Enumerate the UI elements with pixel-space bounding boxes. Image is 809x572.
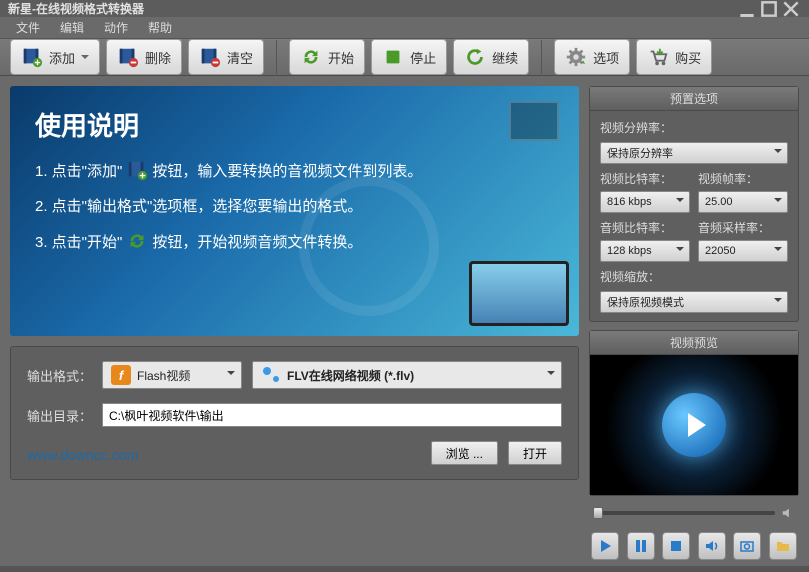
stop-button[interactable]: 停止 bbox=[371, 39, 447, 75]
menu-help[interactable]: 帮助 bbox=[138, 17, 182, 38]
film-add-icon bbox=[126, 159, 148, 181]
stop-icon bbox=[382, 46, 404, 68]
player-controls bbox=[589, 530, 799, 562]
menu-file[interactable]: 文件 bbox=[6, 17, 50, 38]
options-label: 选项 bbox=[593, 48, 619, 67]
banner-step1: 1. 点击"添加" 按钮，输入要转换的音视频文件到列表。 bbox=[35, 159, 554, 181]
flash-format-combo[interactable]: f Flash视频 bbox=[102, 361, 242, 389]
play-button[interactable] bbox=[591, 532, 619, 560]
output-format-label: 输出格式： bbox=[27, 366, 92, 385]
pause-button[interactable] bbox=[627, 532, 655, 560]
dropdown-arrow-icon bbox=[81, 53, 89, 61]
zoom-dropdown[interactable]: 保持原视频模式 bbox=[600, 291, 788, 313]
cart-icon bbox=[647, 46, 669, 68]
preset-panel: 预置选项 视频分辨率： 保持原分辨率 视频比特率： 816 kbps 视频帧率：… bbox=[589, 86, 799, 322]
zoom-label: 视频缩放： bbox=[600, 268, 788, 285]
banner-step3: 3. 点击"开始" 按钮，开始视频音频文件转换。 bbox=[35, 230, 554, 252]
film-add-icon bbox=[21, 46, 43, 68]
add-label: 添加 bbox=[49, 48, 75, 67]
asample-dropdown[interactable]: 22050 bbox=[698, 240, 788, 262]
content-area: 使用说明 1. 点击"添加" 按钮，输入要转换的音视频文件到列表。 2. 点击"… bbox=[0, 76, 809, 572]
stop-label: 停止 bbox=[410, 48, 436, 67]
vbitrate-dropdown[interactable]: 816 kbps bbox=[600, 191, 690, 213]
clear-button[interactable]: 清空 bbox=[188, 39, 264, 75]
app-title: 新星-在线视频格式转换器 bbox=[8, 0, 144, 17]
gear-icon bbox=[565, 46, 587, 68]
buy-button[interactable]: 购买 bbox=[636, 39, 712, 75]
continue-icon bbox=[464, 46, 486, 68]
delete-label: 删除 bbox=[145, 48, 171, 67]
app-window: 新星-在线视频格式转换器 文件 编辑 动作 帮助 添加 删除 清空 开始 bbox=[0, 0, 809, 566]
menu-edit[interactable]: 编辑 bbox=[50, 17, 94, 38]
flv-format-combo[interactable]: FLV在线网络视频 (*.flv) bbox=[252, 361, 562, 389]
banner-heading: 使用说明 bbox=[35, 106, 554, 143]
maximize-button[interactable] bbox=[759, 1, 779, 17]
instructions-banner: 使用说明 1. 点击"添加" 按钮，输入要转换的音视频文件到列表。 2. 点击"… bbox=[10, 86, 579, 336]
flv-format-value: FLV在线网络视频 (*.flv) bbox=[287, 367, 414, 384]
mute-button[interactable] bbox=[698, 532, 726, 560]
website-link[interactable]: www.downcc.com bbox=[27, 447, 138, 463]
preview-title: 视频预览 bbox=[590, 331, 798, 355]
buy-label: 购买 bbox=[675, 48, 701, 67]
output-panel: 输出格式： f Flash视频 FLV在线网络视频 (*.flv) 输出目录： bbox=[10, 346, 579, 480]
snapshot-button[interactable] bbox=[733, 532, 761, 560]
toolbar: 添加 删除 清空 开始 停止 继续 选项 购 bbox=[0, 39, 809, 76]
titlebar: 新星-在线视频格式转换器 bbox=[0, 0, 809, 17]
seek-slider-row bbox=[589, 504, 799, 522]
volume-icon[interactable] bbox=[781, 506, 795, 520]
abitrate-dropdown[interactable]: 128 kbps bbox=[600, 240, 690, 262]
resolution-label: 视频分辨率： bbox=[600, 119, 788, 136]
output-dir-input[interactable] bbox=[102, 403, 562, 427]
seek-slider[interactable] bbox=[593, 511, 775, 515]
flv-icon bbox=[261, 365, 281, 385]
vbitrate-label: 视频比特率： bbox=[600, 170, 690, 187]
preset-title: 预置选项 bbox=[590, 87, 798, 111]
abitrate-label: 音频比特率： bbox=[600, 219, 690, 236]
menu-action[interactable]: 动作 bbox=[94, 17, 138, 38]
flash-format-value: Flash视频 bbox=[137, 367, 190, 384]
browse-button[interactable]: 浏览 ... bbox=[431, 441, 498, 465]
delete-button[interactable]: 删除 bbox=[106, 39, 182, 75]
stop-player-button[interactable] bbox=[662, 532, 690, 560]
refresh-icon bbox=[126, 230, 148, 252]
preview-area bbox=[590, 355, 798, 495]
film-clear-icon bbox=[199, 46, 221, 68]
continue-label: 继续 bbox=[492, 48, 518, 67]
resolution-dropdown[interactable]: 保持原分辨率 bbox=[600, 142, 788, 164]
start-label: 开始 bbox=[328, 48, 354, 67]
refresh-icon bbox=[300, 46, 322, 68]
banner-step2: 2. 点击"输出格式"选项框，选择您要输出的格式。 bbox=[35, 195, 554, 216]
vfps-label: 视频帧率： bbox=[698, 170, 788, 187]
preview-play-icon[interactable] bbox=[662, 393, 726, 457]
close-button[interactable] bbox=[781, 1, 801, 17]
flash-icon: f bbox=[111, 365, 131, 385]
minimize-button[interactable] bbox=[737, 1, 757, 17]
folder-button[interactable] bbox=[769, 532, 797, 560]
clear-label: 清空 bbox=[227, 48, 253, 67]
output-dir-label: 输出目录： bbox=[27, 406, 92, 425]
options-button[interactable]: 选项 bbox=[554, 39, 630, 75]
asample-label: 音频采样率： bbox=[698, 219, 788, 236]
preview-panel: 视频预览 bbox=[589, 330, 799, 496]
add-button[interactable]: 添加 bbox=[10, 39, 100, 75]
film-delete-icon bbox=[117, 46, 139, 68]
open-button[interactable]: 打开 bbox=[508, 441, 562, 465]
continue-button[interactable]: 继续 bbox=[453, 39, 529, 75]
start-button[interactable]: 开始 bbox=[289, 39, 365, 75]
menubar: 文件 编辑 动作 帮助 bbox=[0, 17, 809, 39]
vfps-dropdown[interactable]: 25.00 bbox=[698, 191, 788, 213]
